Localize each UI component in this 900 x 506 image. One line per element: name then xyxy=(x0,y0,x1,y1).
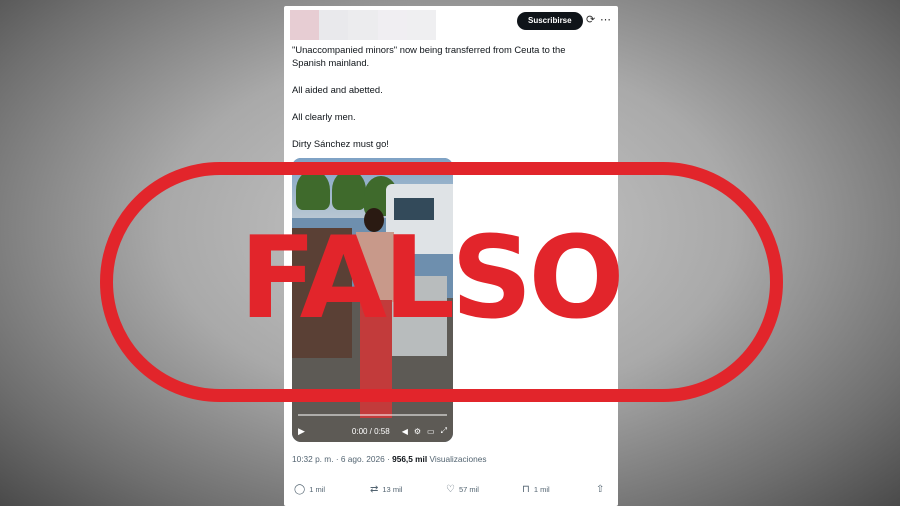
like-count: 57 mil xyxy=(458,484,479,494)
like-button[interactable]: ♡ 57 mil xyxy=(446,484,479,495)
pip-icon[interactable]: ▭ xyxy=(427,427,435,436)
video-time: 0:00 / 0:58 xyxy=(351,426,390,436)
play-icon[interactable]: ▶ xyxy=(298,426,305,437)
tweet-timestamp[interactable]: 10:32 p. m. · 6 ago. 2026 · xyxy=(292,454,392,464)
video-progress-bar[interactable] xyxy=(298,414,447,416)
settings-icon[interactable]: ⚙ xyxy=(414,427,421,436)
blurred-author-avatar xyxy=(290,10,437,40)
fullscreen-icon[interactable]: ⤢ xyxy=(441,426,447,436)
reply-button[interactable]: ◯ 1 mil xyxy=(294,484,325,495)
grok-icon[interactable]: ⟳ xyxy=(586,13,595,27)
tweet-line: All clearly men. xyxy=(292,111,356,122)
like-icon: ♡ xyxy=(446,483,455,495)
video-controls: ▶ 0:00 / 0:58 ◀ ⚙ ▭ ⤢ xyxy=(292,420,453,442)
reply-count: 1 mil xyxy=(309,484,326,494)
views-label: Visualizaciones xyxy=(427,454,487,464)
reply-icon: ◯ xyxy=(294,483,306,495)
share-button[interactable]: ⇧ xyxy=(596,484,604,495)
volume-icon[interactable]: ◀ xyxy=(402,427,408,436)
repost-icon: ⇄ xyxy=(370,483,379,495)
tweet-line: "Unaccompanied minors" now being transfe… xyxy=(292,44,566,68)
tweet-text: "Unaccompanied minors" now being transfe… xyxy=(292,43,592,164)
bookmark-button[interactable]: ⊓ 1 mil xyxy=(522,484,550,495)
tweet-line: All aided and abetted. xyxy=(292,84,383,95)
share-icon: ⇧ xyxy=(596,483,605,495)
action-bar: ◯ 1 mil ⇄ 13 mil ♡ 57 mil ⊓ 1 mil ⇧ xyxy=(294,482,612,496)
repost-count: 13 mil xyxy=(382,484,403,494)
repost-button[interactable]: ⇄ 13 mil xyxy=(370,484,402,495)
views-count: 956,5 mil xyxy=(392,454,428,464)
bookmark-count: 1 mil xyxy=(533,484,550,494)
bookmark-icon: ⊓ xyxy=(522,483,530,495)
tweet-meta: 10:32 p. m. · 6 ago. 2026 · 956,5 mil Vi… xyxy=(292,454,487,464)
falso-stamp-label: FALSO xyxy=(239,212,624,344)
tweet-line: Dirty Sánchez must go! xyxy=(292,138,389,149)
subscribe-button[interactable]: Suscribirse xyxy=(517,12,583,30)
more-icon[interactable]: ⋯ xyxy=(600,13,611,27)
